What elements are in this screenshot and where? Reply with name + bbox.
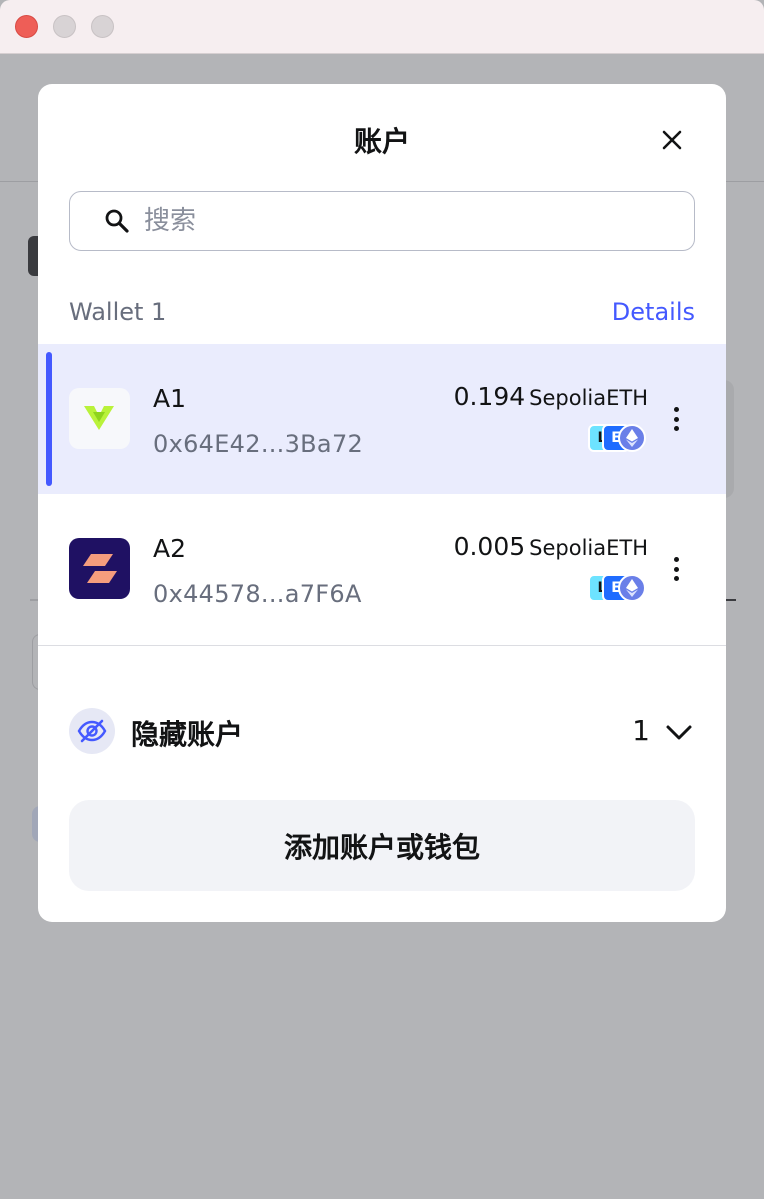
account-address: 0x64E42...3Ba72: [153, 430, 364, 458]
zoom-window-button[interactable]: [91, 15, 114, 38]
account-address: 0x44578...a7F6A: [153, 580, 362, 608]
eye-off-icon: [69, 708, 115, 754]
zigzag-logo-icon: [83, 554, 117, 583]
wallet-name: Wallet 1: [69, 298, 167, 326]
balance-amount: 0.194: [453, 382, 526, 411]
account-avatar: [69, 538, 130, 599]
lime-chevron-icon: [84, 406, 114, 430]
search-box[interactable]: [69, 191, 695, 251]
accounts-modal: 账户 Wallet 1 Details A1 0x64E42...3Ba72 0…: [38, 84, 726, 922]
close-button[interactable]: [652, 120, 692, 160]
section-divider: [38, 645, 726, 646]
account-balance: 0.005 SepoliaETH: [454, 532, 648, 561]
hidden-accounts-toggle[interactable]: 隐藏账户 1: [38, 694, 726, 768]
network-badges: L E: [588, 424, 648, 452]
kebab-dot-icon: [673, 426, 679, 431]
kebab-dot-icon: [673, 416, 679, 422]
kebab-dot-icon: [673, 566, 679, 572]
kebab-dot-icon: [673, 576, 679, 581]
search-icon: [104, 208, 130, 234]
account-menu-button[interactable]: [666, 554, 686, 584]
chevron-down-icon: [666, 725, 692, 740]
hidden-accounts-label: 隐藏账户: [131, 718, 244, 751]
hidden-accounts-count: 1: [632, 714, 650, 747]
window-titlebar: [0, 0, 764, 54]
account-avatar: [69, 388, 130, 449]
account-name: A2: [153, 534, 187, 563]
search-input[interactable]: [144, 206, 644, 236]
account-balance: 0.194 SepoliaETH: [454, 382, 648, 411]
balance-amount: 0.005: [453, 532, 526, 561]
account-row-a1[interactable]: A1 0x64E42...3Ba72 0.194SepoliaETH L E: [38, 344, 726, 494]
minimize-window-button[interactable]: [53, 15, 76, 38]
kebab-dot-icon: [673, 407, 679, 412]
account-name: A1: [153, 384, 187, 413]
details-link[interactable]: Details: [612, 298, 695, 326]
kebab-dot-icon: [673, 557, 679, 562]
account-row-a2[interactable]: A2 0x44578...a7F6A 0.005SepoliaETH L E: [38, 494, 726, 644]
network-badges: L E: [588, 574, 648, 602]
ethereum-icon: [618, 424, 646, 452]
balance-symbol: SepoliaETH: [529, 536, 648, 560]
ethereum-icon: [618, 574, 646, 602]
account-menu-button[interactable]: [666, 404, 686, 434]
modal-title: 账户: [353, 125, 410, 158]
selected-indicator: [46, 352, 52, 486]
close-icon: [662, 130, 682, 150]
balance-symbol: SepoliaETH: [529, 386, 648, 410]
close-window-button[interactable]: [15, 15, 38, 38]
add-account-or-wallet-button[interactable]: 添加账户或钱包: [69, 800, 695, 891]
